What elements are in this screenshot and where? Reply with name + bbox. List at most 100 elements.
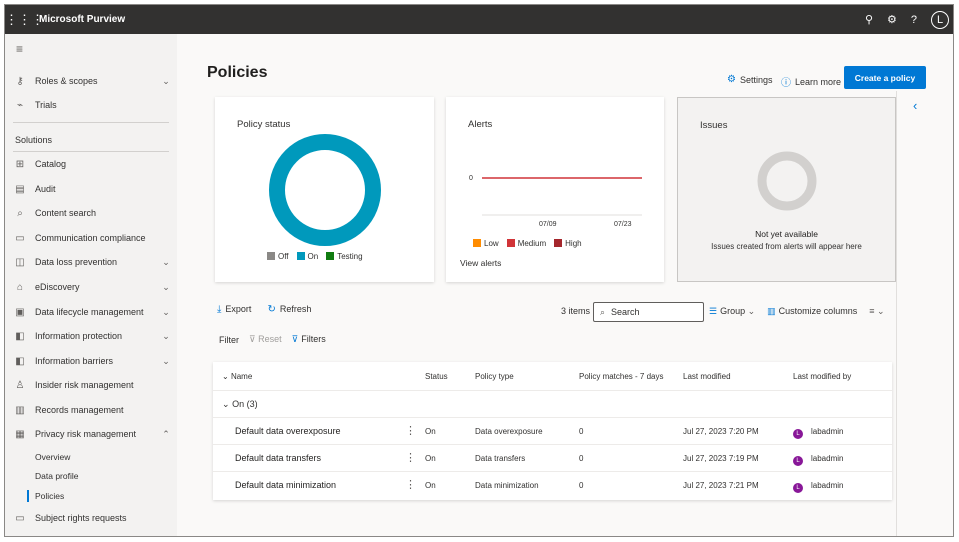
sidebar-item-communication-compliance[interactable]: ▭ Communication compliance (5, 227, 177, 249)
chevron-down-icon[interactable]: ⌄ (155, 356, 177, 367)
cell-name[interactable]: Default data transfers (235, 453, 321, 463)
sidebar-item-audit[interactable]: ▤ Audit (5, 178, 177, 200)
sidebar-item-information-barriers[interactable]: ◧ Information barriers ⌄ (5, 350, 177, 372)
cell-last-modified: Jul 27, 2023 7:20 PM (683, 427, 759, 436)
gear-icon: ⚙ (727, 74, 736, 85)
item-count: 3 items (561, 306, 591, 316)
sidebar-item-label: Roles & scopes (35, 76, 98, 86)
sidebar-subitem-data-profile[interactable]: Data profile (35, 471, 78, 481)
view-tools: ☰ Group ⌄ ▥ Customize columns ≡ ⌄ (709, 306, 885, 317)
policy-status-legend: Off On Testing (267, 252, 363, 261)
refresh-button[interactable]: ↻ Refresh (267, 304, 311, 315)
reset-button[interactable]: ⊽ Reset (249, 334, 282, 345)
cell-name[interactable]: Default data minimization (235, 480, 336, 490)
group-header-on[interactable]: ⌄ On (3) (222, 399, 258, 410)
sidebar-item-records-management[interactable]: ▥ Records management (5, 399, 177, 421)
chevron-down-icon[interactable]: ⌄ (155, 282, 177, 293)
ediscovery-icon: ⌂ (16, 281, 24, 293)
sidebar-subitem-policies[interactable]: Policies (35, 491, 64, 501)
column-header-policy-matches[interactable]: Policy matches - 7 days (579, 372, 663, 381)
issues-placeholder-chart (757, 151, 817, 211)
active-indicator (27, 490, 29, 502)
sidebar-item-label: Catalog (35, 159, 67, 169)
sidebar-item-roles-scopes[interactable]: ⚷ Roles & scopes ⌄ (5, 70, 177, 92)
column-header-policy-type[interactable]: Policy type (475, 372, 514, 381)
create-policy-button[interactable]: Create a policy (844, 66, 926, 89)
more-options-icon[interactable]: ⋮ (405, 424, 416, 437)
chat-icon: ▭ (15, 232, 25, 244)
chevron-down-icon[interactable]: ⌄ (155, 257, 177, 268)
search-icon: ⌕ (600, 306, 606, 317)
sidebar-subitem-overview[interactable]: Overview (35, 452, 70, 462)
gear-icon[interactable]: ⚙ (887, 13, 897, 26)
view-alerts-link[interactable]: View alerts (460, 258, 501, 268)
more-options-icon[interactable]: ⋮ (405, 451, 416, 464)
filters-button[interactable]: ⊽ Filters (292, 334, 326, 345)
app-title[interactable]: Microsoft Purview (39, 14, 125, 25)
chevron-down-icon: ⌄ (222, 399, 230, 409)
barrier-icon: ◧ (15, 355, 25, 367)
alerts-card: Alerts 0 07/09 07/23 Low Medium High Vie… (446, 97, 664, 282)
app-launcher-icon[interactable]: ⋮⋮⋮ (5, 12, 44, 28)
cell-modified-by: Llabadmin (793, 481, 843, 493)
hamburger-icon[interactable]: ≡ (16, 42, 23, 56)
cell-policy-type: Data minimization (475, 481, 539, 490)
cell-last-modified: Jul 27, 2023 7:21 PM (683, 481, 759, 490)
cell-last-modified: Jul 27, 2023 7:19 PM (683, 454, 759, 463)
issues-empty-description: Issues created from alerts will appear h… (711, 242, 862, 251)
table-row[interactable]: Default data transfers ⋮ On Data transfe… (213, 444, 892, 471)
sidebar-item-subject-rights-requests[interactable]: ▭ Subject rights requests (5, 507, 177, 529)
settings-link[interactable]: ⚙ Settings (727, 74, 773, 85)
cell-matches: 0 (579, 454, 584, 463)
legend-item-high: High (554, 239, 582, 248)
export-button[interactable]: ⤓ Export (217, 304, 251, 315)
chevron-down-icon[interactable]: ⌄ (155, 307, 177, 318)
customize-columns-button[interactable]: ▥ Customize columns (767, 306, 857, 317)
sidebar-item-catalog[interactable]: ⊞ Catalog (5, 153, 177, 175)
insider-icon: ♙ (15, 379, 25, 391)
share-icon[interactable]: ⚲ (865, 13, 873, 26)
divider (13, 151, 169, 152)
column-header-status[interactable]: Status (425, 372, 448, 381)
sidebar-item-label: Insider risk management (35, 380, 134, 390)
sidebar-item-data-lifecycle-management[interactable]: ▣ Data lifecycle management ⌄ (5, 301, 177, 323)
group-button[interactable]: ☰ Group ⌄ (709, 306, 755, 317)
column-header-last-modified[interactable]: Last modified (683, 372, 731, 381)
learn-more-label: Learn more (795, 76, 842, 87)
sidebar-item-privacy-risk-management[interactable]: ▦ Privacy risk management ⌃ (5, 423, 177, 445)
sidebar-item-information-protection[interactable]: ◧ Information protection ⌄ (5, 325, 177, 347)
column-header-last-modified-by[interactable]: Last modified by (793, 372, 851, 381)
avatar[interactable]: L (931, 10, 949, 29)
empty-donut-icon (757, 151, 817, 211)
sidebar-item-content-search[interactable]: ⌕ Content search (5, 202, 177, 224)
columns-icon: ▥ (767, 306, 776, 316)
sidebar-item-label: Information protection (35, 331, 123, 341)
chevron-down-icon[interactable]: ⌄ (155, 76, 177, 87)
cell-policy-type: Data overexposure (475, 427, 543, 436)
search-input[interactable]: ⌕ Search (593, 302, 704, 322)
table-row[interactable]: Default data minimization ⋮ On Data mini… (213, 471, 892, 498)
sidebar-item-label: Audit (35, 184, 56, 194)
sidebar-item-insider-risk-management[interactable]: ♙ Insider risk management (5, 374, 177, 396)
sidebar-item-data-loss-prevention[interactable]: ◫ Data loss prevention ⌄ (5, 251, 177, 273)
table-row[interactable]: Default data overexposure ⋮ On Data over… (213, 417, 892, 444)
sidebar-item-ediscovery[interactable]: ⌂ eDiscovery ⌄ (5, 276, 177, 298)
key-icon: ⚷ (16, 75, 24, 87)
more-options-icon[interactable]: ⋮ (405, 478, 416, 491)
column-header-name[interactable]: ⌄ Name (222, 372, 252, 381)
dlp-icon: ◫ (15, 256, 25, 268)
chevron-down-icon[interactable]: ⌄ (155, 331, 177, 342)
view-options-button[interactable]: ≡ ⌄ (869, 306, 884, 317)
cell-name[interactable]: Default data overexposure (235, 426, 341, 436)
command-bar: ⤓ Export ↻ Refresh (217, 304, 311, 315)
alerts-chart: 0 07/09 07/23 (469, 175, 642, 228)
chevron-up-icon[interactable]: ⌃ (155, 429, 177, 440)
legend-item-off: Off (267, 252, 289, 261)
app-frame: ⋮⋮⋮ Microsoft Purview ⚲ ⚙ ? L ≡ ⚷ Roles … (4, 4, 954, 537)
sidebar-item-label: Content search (35, 208, 97, 218)
chevron-left-icon[interactable]: ‹ (913, 98, 917, 113)
help-icon[interactable]: ? (911, 14, 917, 26)
sidebar-item-trials[interactable]: ⌁ Trials (5, 94, 177, 116)
learn-more-link[interactable]: ⓘ Learn more (781, 74, 842, 90)
settings-label: Settings (739, 74, 773, 85)
